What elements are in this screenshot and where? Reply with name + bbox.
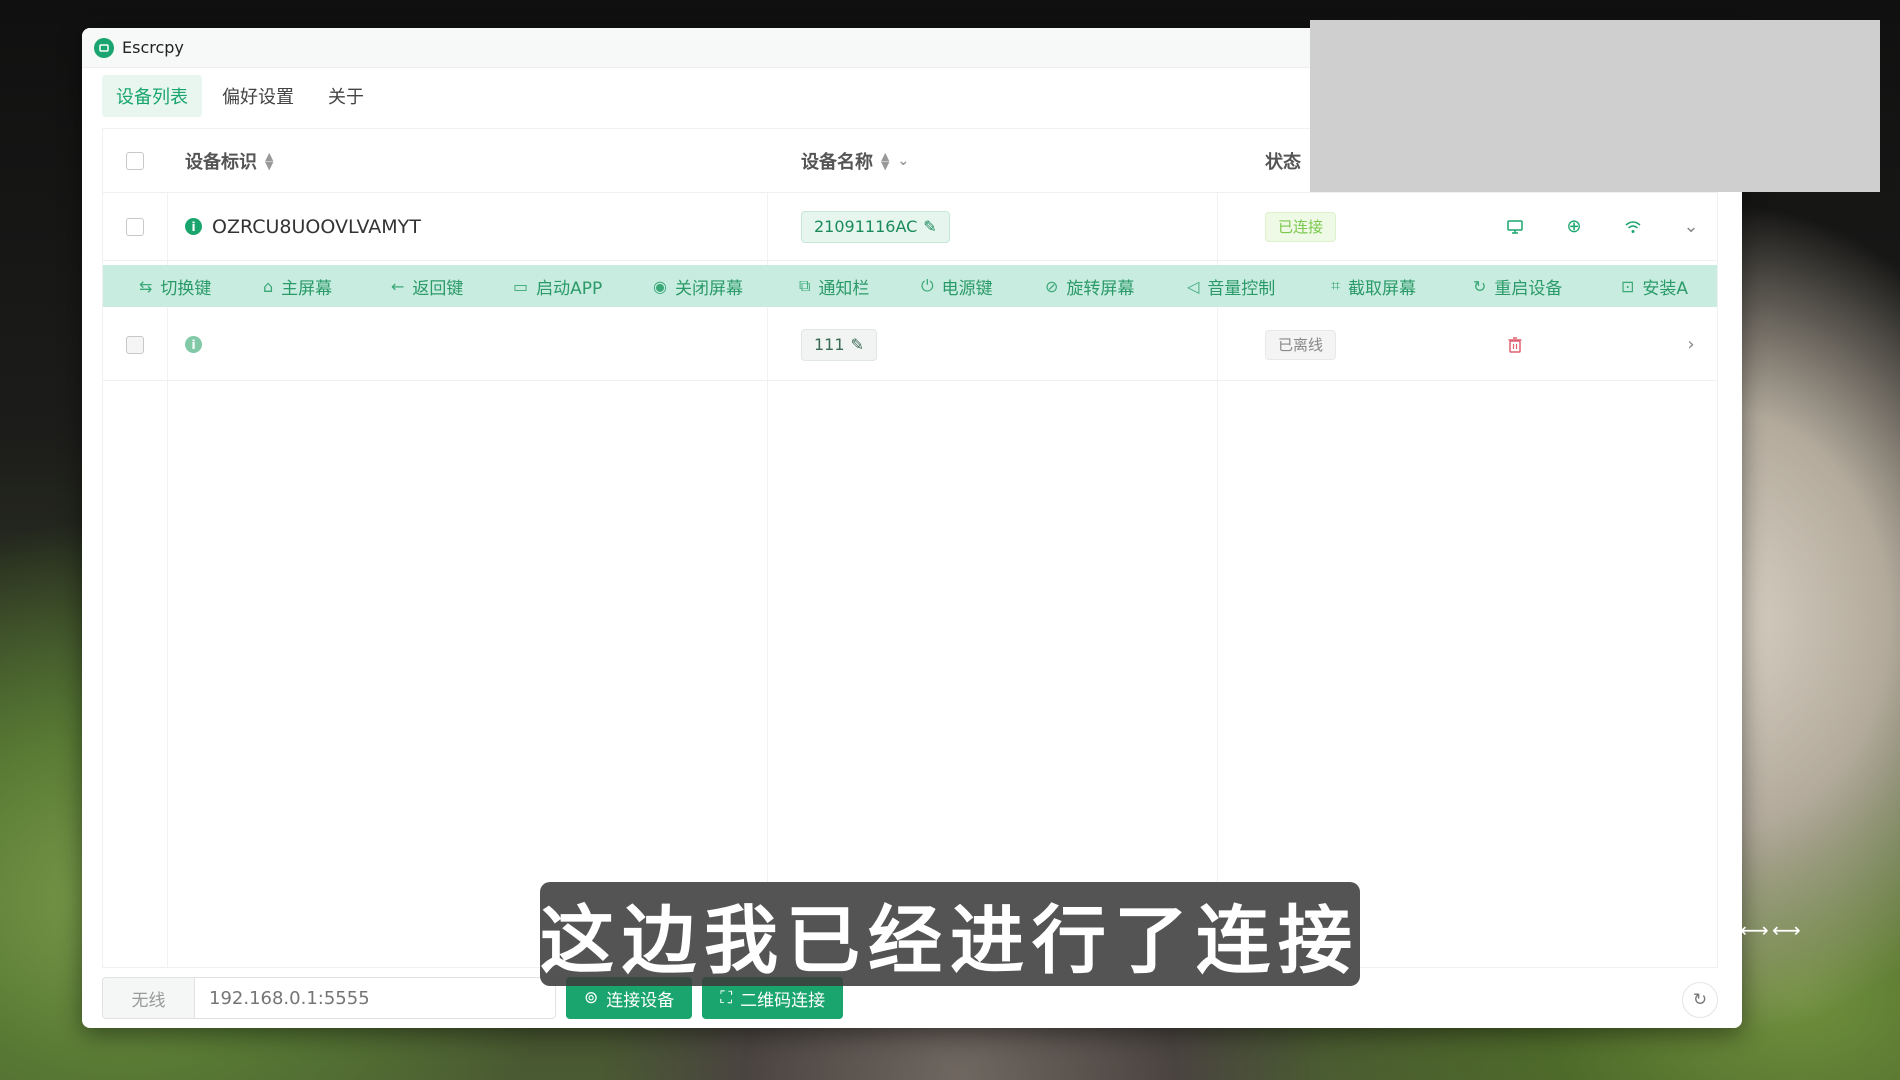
tab-preferences[interactable]: 偏好设置 bbox=[208, 75, 308, 117]
home-icon: ⌂ bbox=[263, 276, 274, 296]
mirror-screen-icon[interactable] bbox=[1501, 213, 1529, 241]
sort-icon[interactable]: ▲ ▼ bbox=[881, 151, 889, 171]
op-label: 启动APP bbox=[536, 278, 603, 299]
app-logo-icon bbox=[94, 37, 114, 58]
qr-connect-label: 二维码连接 bbox=[740, 990, 826, 1011]
info-icon[interactable]: i bbox=[185, 218, 202, 235]
op-power-key[interactable]: ⏻ 电源键 bbox=[921, 265, 993, 307]
header-status: 状态 bbox=[1265, 148, 1301, 174]
op-turn-off-screen[interactable]: ◉ 关闭屏幕 bbox=[653, 265, 743, 307]
volume-icon: ◁ bbox=[1187, 276, 1200, 296]
op-label: 主屏幕 bbox=[281, 278, 333, 299]
back-arrow-icon: ← bbox=[391, 276, 405, 296]
op-home-screen[interactable]: ⌂ 主屏幕 bbox=[263, 265, 332, 307]
header-name-label: 设备名称 bbox=[801, 151, 873, 173]
edit-icon[interactable]: ✎ bbox=[923, 217, 936, 236]
wifi-icon[interactable] bbox=[1619, 213, 1647, 241]
row-checkbox[interactable] bbox=[126, 335, 144, 354]
device-table: 设备标识 ▲ ▼ 设备名称 ▲ ▼ ⌄ 状态 i OZRCU8UOOVLVAMYT … bbox=[102, 128, 1718, 968]
filter-chevron-icon[interactable]: ⌄ bbox=[897, 153, 909, 169]
op-label: 返回键 bbox=[412, 278, 464, 299]
op-label: 关闭屏幕 bbox=[674, 278, 743, 299]
info-icon[interactable]: i bbox=[185, 336, 202, 353]
device-name-text: 111 bbox=[814, 335, 845, 354]
header-name[interactable]: 设备名称 ▲ ▼ ⌄ bbox=[801, 148, 909, 174]
op-label: 切换键 bbox=[160, 278, 212, 299]
header-serial[interactable]: 设备标识 ▲ ▼ bbox=[185, 148, 273, 174]
scan-icon: ⛶ bbox=[720, 988, 733, 1008]
crop-icon: ⌗ bbox=[1331, 276, 1341, 295]
video-caption: 这边我已经进行了连接 bbox=[540, 882, 1360, 986]
resize-cursor-icon: ⟷ bbox=[1740, 918, 1769, 942]
connect-device-label: 连接设备 bbox=[606, 990, 675, 1011]
restart-icon: ↻ bbox=[1473, 276, 1487, 296]
header-status-label: 状态 bbox=[1265, 151, 1301, 173]
table-row[interactable]: i OZRCU8UOOVLVAMYT 21091116AC ✎ 已连接 ⊕ ⌄ bbox=[103, 193, 1717, 261]
op-back-key[interactable]: ← 返回键 bbox=[391, 265, 463, 307]
tab-device-list[interactable]: 设备列表 bbox=[102, 75, 202, 117]
op-label: 重启设备 bbox=[1494, 278, 1563, 299]
op-label: 截取屏幕 bbox=[1348, 278, 1417, 299]
status-badge: 已连接 bbox=[1265, 211, 1337, 242]
notification-icon: ⧉ bbox=[799, 276, 811, 295]
switch-icon: ⇆ bbox=[139, 276, 153, 296]
op-rotate-screen[interactable]: ⊘ 旋转屏幕 bbox=[1045, 265, 1134, 307]
expand-chevron-icon[interactable]: ⌄ bbox=[1677, 213, 1705, 241]
device-serial-text: OZRCU8UOOVLVAMYT bbox=[212, 215, 421, 238]
link-icon: ⊚ bbox=[584, 988, 599, 1008]
op-switch-key[interactable]: ⇆ 切换键 bbox=[139, 265, 211, 307]
install-icon: ⊡ bbox=[1621, 276, 1635, 296]
power-icon: ⏻ bbox=[921, 276, 934, 295]
app-title: Escrcpy bbox=[122, 38, 184, 57]
device-name-tag[interactable]: 111 ✎ bbox=[801, 328, 877, 361]
app-window-icon: ▭ bbox=[513, 276, 529, 296]
op-install-app[interactable]: ⊡ 安装A bbox=[1621, 265, 1688, 307]
op-volume-control[interactable]: ◁ 音量控制 bbox=[1187, 265, 1275, 307]
tab-about[interactable]: 关于 bbox=[314, 75, 378, 117]
redaction-overlay bbox=[1310, 20, 1880, 192]
sort-icon[interactable]: ▲ ▼ bbox=[265, 151, 273, 171]
row-checkbox[interactable] bbox=[126, 217, 144, 236]
op-label: 旋转屏幕 bbox=[1066, 278, 1135, 299]
header-serial-label: 设备标识 bbox=[185, 151, 257, 173]
op-notification-bar[interactable]: ⧉ 通知栏 bbox=[799, 265, 869, 307]
edit-icon[interactable]: ✎ bbox=[851, 335, 864, 354]
op-label: 电源键 bbox=[941, 278, 993, 299]
op-screenshot[interactable]: ⌗ 截取屏幕 bbox=[1331, 265, 1416, 307]
device-name-text: 21091116AC bbox=[814, 217, 918, 236]
delete-icon[interactable] bbox=[1501, 331, 1529, 359]
op-label: 通知栏 bbox=[818, 278, 870, 299]
op-label: 安装A bbox=[1642, 278, 1689, 299]
select-all-checkbox[interactable] bbox=[126, 151, 144, 170]
device-name-tag[interactable]: 21091116AC ✎ bbox=[801, 210, 950, 243]
ip-address-input[interactable] bbox=[194, 977, 556, 1019]
device-operations-bar: ⇆ 切换键 ⌂ 主屏幕 ← 返回键 ▭ 启动APP ◉ 关闭屏幕 ⧉ 通知栏 ⏻ 电源键 ⊘ 旋… bbox=[103, 265, 1717, 307]
resize-cursor-icon: ⟷ bbox=[1772, 918, 1801, 942]
op-label: 音量控制 bbox=[1207, 278, 1276, 299]
table-row[interactable]: i 111 ✎ 已离线 › bbox=[103, 309, 1717, 381]
op-reboot-device[interactable]: ↻ 重启设备 bbox=[1473, 265, 1562, 307]
refresh-icon[interactable]: ↻ bbox=[1682, 982, 1718, 1018]
eye-off-icon: ◉ bbox=[653, 276, 667, 296]
device-serial: i bbox=[185, 336, 212, 353]
status-badge: 已离线 bbox=[1265, 329, 1337, 360]
op-launch-app[interactable]: ▭ 启动APP bbox=[513, 265, 602, 307]
chevron-right-icon[interactable]: › bbox=[1677, 331, 1705, 359]
device-serial: i OZRCU8UOOVLVAMYT bbox=[185, 216, 421, 238]
add-circle-icon[interactable]: ⊕ bbox=[1560, 213, 1588, 241]
rotate-icon: ⊘ bbox=[1045, 276, 1059, 296]
wireless-label: 无线 bbox=[102, 977, 194, 1019]
